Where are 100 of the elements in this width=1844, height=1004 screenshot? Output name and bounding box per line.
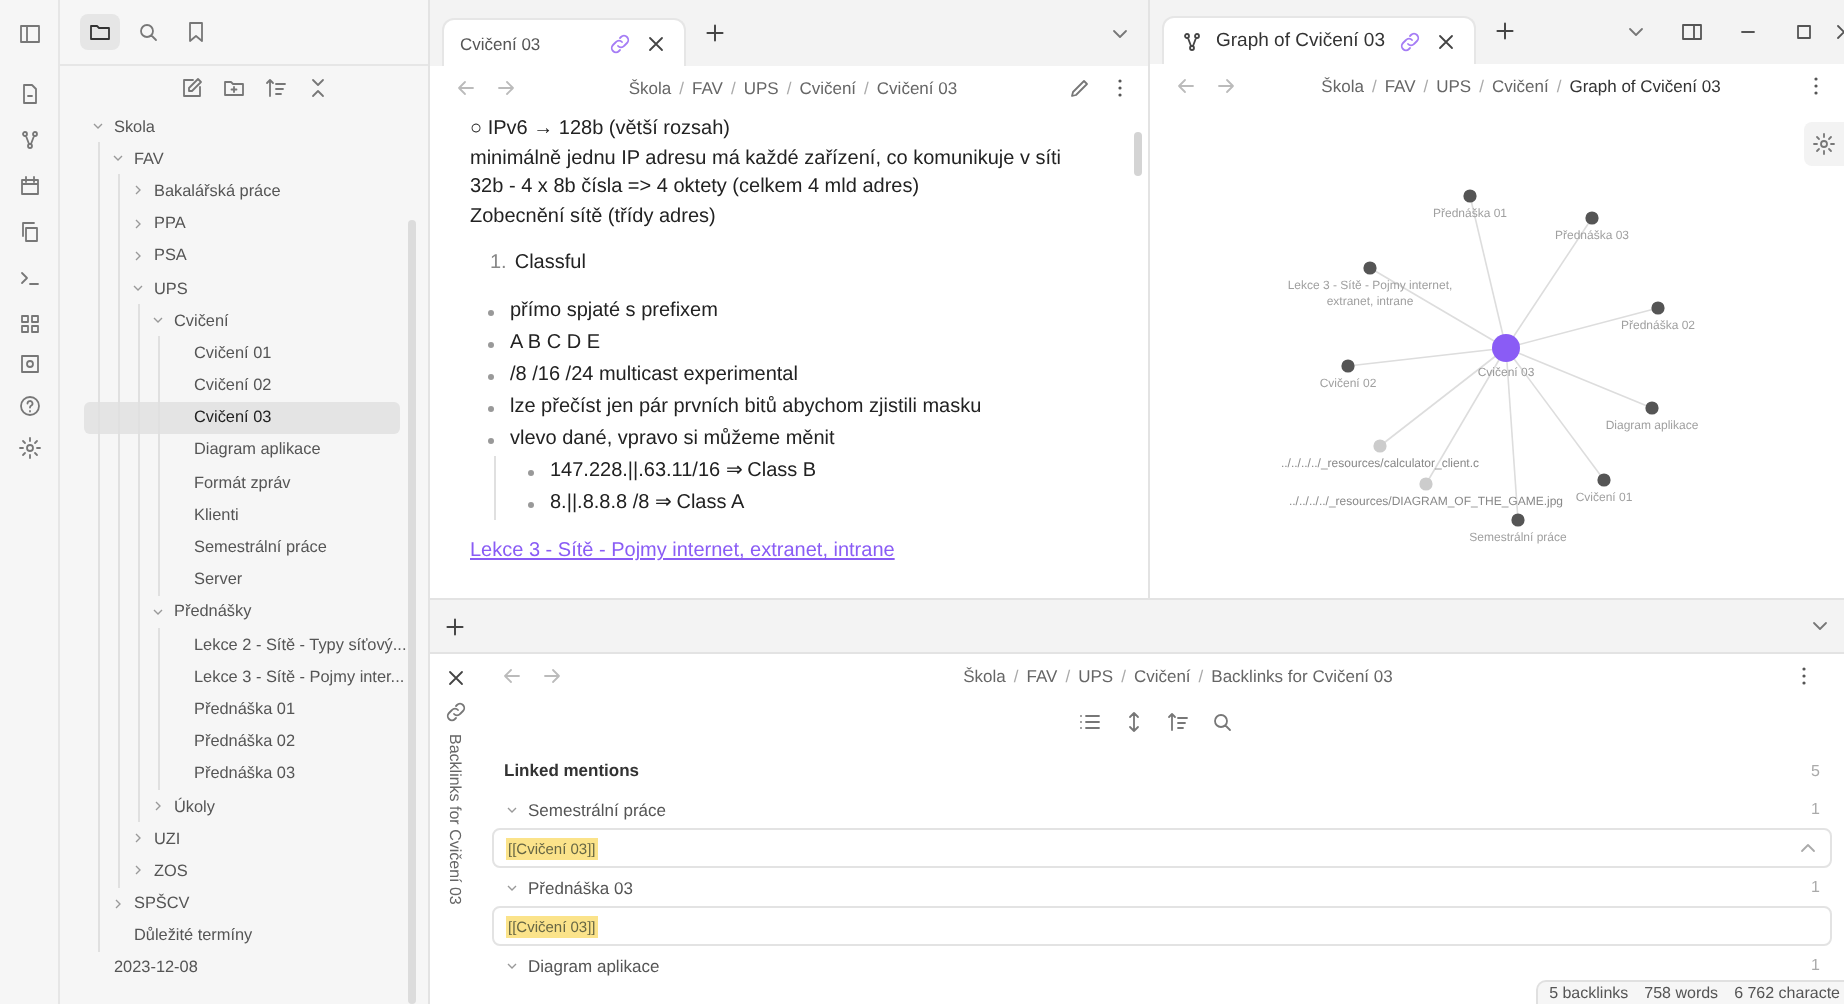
- breadcrumb-item[interactable]: UPS: [743, 78, 779, 98]
- internal-link[interactable]: Lekce 3 - Sítě - Pojmy internet, extranet, intrane: [470, 540, 895, 562]
- new-tab-icon[interactable]: [702, 20, 728, 46]
- search-icon[interactable]: [1210, 710, 1234, 734]
- help-icon[interactable]: [17, 394, 41, 418]
- split-view-icon[interactable]: [1680, 20, 1704, 45]
- file-item[interactable]: Diagram aplikace: [84, 433, 400, 467]
- file-item[interactable]: 2023-12-08: [84, 951, 400, 985]
- settings-icon: [1812, 132, 1836, 156]
- calendar-icon[interactable]: [17, 174, 41, 198]
- folder-item[interactable]: UZI: [84, 822, 400, 855]
- new-tab-icon[interactable]: [1491, 18, 1517, 45]
- file-item[interactable]: Server: [84, 563, 400, 596]
- list-number: 1.: [490, 250, 507, 278]
- breadcrumb-item[interactable]: Cvičení 03: [876, 78, 958, 98]
- backlink-group[interactable]: Semestrální práce 1: [480, 790, 1832, 828]
- breadcrumb-item[interactable]: UPS: [1436, 76, 1472, 97]
- sort-icon[interactable]: [263, 76, 287, 100]
- file-item[interactable]: Přednáška 01: [84, 692, 400, 726]
- folder-item[interactable]: SPŠCV: [84, 887, 400, 920]
- breadcrumb-item[interactable]: FAV: [692, 78, 723, 98]
- new-note-icon[interactable]: [179, 76, 203, 100]
- settings-button[interactable]: [1804, 122, 1844, 166]
- folder-item[interactable]: Cvičení: [84, 304, 400, 337]
- group-title: Diagram aplikace: [528, 955, 662, 975]
- graph-node[interactable]: [1597, 473, 1611, 487]
- sidebar-toggle-icon[interactable]: [17, 21, 41, 45]
- edit-icon[interactable]: [1068, 76, 1092, 100]
- breadcrumb-separator: /: [730, 78, 736, 98]
- grid-icon[interactable]: [17, 312, 41, 336]
- breadcrumb-item[interactable]: FAV: [1026, 666, 1058, 686]
- graph-node[interactable]: [1341, 359, 1355, 373]
- breadcrumb-separator: /: [1556, 76, 1562, 97]
- file-item[interactable]: Přednáška 03: [84, 757, 400, 790]
- breadcrumb-item[interactable]: UPS: [1078, 666, 1114, 686]
- breadcrumb-item[interactable]: Backlinks for Cvičení 03: [1211, 666, 1393, 686]
- folder-item[interactable]: UPS: [84, 271, 400, 305]
- breadcrumb-item[interactable]: Škola: [1321, 76, 1364, 97]
- status-item: 5 backlinks: [1549, 984, 1629, 1002]
- new-tab-icon[interactable]: [442, 613, 468, 639]
- file-item[interactable]: Důležité termíny: [84, 919, 400, 952]
- folder-item[interactable]: Úkoly: [84, 789, 400, 823]
- vault-icon[interactable]: [17, 352, 41, 376]
- folder-item[interactable]: PSA: [84, 239, 400, 272]
- breadcrumb-item[interactable]: Cvičení: [1491, 76, 1549, 97]
- folder-item[interactable]: ZOS: [84, 854, 400, 887]
- breadcrumb-item[interactable]: Škola: [963, 666, 1006, 686]
- close-icon[interactable]: [443, 666, 467, 690]
- list-item: lze přečíst jen pár prvních bitů abychom zjistili masku: [510, 394, 982, 422]
- status-item: 6 762 characte: [1734, 984, 1840, 1002]
- settings-icon[interactable]: [17, 436, 41, 460]
- folder-item[interactable]: PPA: [84, 207, 400, 240]
- file-item[interactable]: Klienti: [84, 498, 400, 531]
- file-item[interactable]: Lekce 2 - Sítě - Typy síťový...: [84, 628, 400, 661]
- backlink-group[interactable]: Přednáška 03 1: [480, 868, 1832, 906]
- scrollbar[interactable]: [1134, 132, 1142, 176]
- file-item[interactable]: Cvičení 01: [84, 336, 400, 369]
- graph-node[interactable]: [1419, 477, 1433, 491]
- close-icon[interactable]: [644, 31, 668, 55]
- bookmark-icon: [184, 20, 208, 44]
- graph-node[interactable]: [1511, 513, 1525, 527]
- file-item[interactable]: Formát zpráv: [84, 466, 400, 499]
- graph-tab[interactable]: Graph of Cvičení 03: [1162, 16, 1475, 65]
- graph-node[interactable]: [1373, 439, 1387, 453]
- new-folder-icon[interactable]: [221, 76, 245, 100]
- file-item[interactable]: Cvičení 03: [84, 401, 400, 434]
- graph-node[interactable]: [1492, 334, 1520, 362]
- status-item: 758 words: [1644, 984, 1719, 1002]
- copy-icon[interactable]: [17, 220, 41, 244]
- list-icon[interactable]: [1078, 710, 1102, 734]
- mention-count: 1: [1811, 800, 1822, 818]
- graph-node[interactable]: [1651, 301, 1665, 315]
- maximize-icon[interactable]: [1792, 20, 1816, 45]
- folder-item[interactable]: Přednášky: [84, 595, 400, 628]
- graph-node[interactable]: [1463, 189, 1477, 203]
- bullet-icon: [488, 341, 494, 347]
- file-item[interactable]: Semestrální práce: [84, 530, 400, 564]
- graph-icon[interactable]: [17, 128, 41, 152]
- breadcrumb-item[interactable]: Graph of Cvičení 03: [1569, 76, 1721, 97]
- breadcrumb-item[interactable]: Cvičení: [1133, 666, 1191, 686]
- breadcrumb-item[interactable]: Cvičení: [799, 78, 857, 98]
- note-tab[interactable]: Cvičení 03: [442, 18, 686, 66]
- folder-item[interactable]: Bakalářská práce: [84, 174, 400, 208]
- panel-title[interactable]: Backlinks for Cvičení 03: [446, 734, 464, 905]
- files-tab[interactable]: [80, 14, 120, 50]
- breadcrumb-item[interactable]: FAV: [1384, 76, 1416, 97]
- terminal-icon[interactable]: [17, 266, 41, 290]
- folder-item[interactable]: Skola: [84, 110, 400, 143]
- file-item[interactable]: Lekce 3 - Sítě - Pojmy inter...: [84, 660, 400, 693]
- graph-node[interactable]: [1585, 211, 1599, 225]
- backlink-group[interactable]: Diagram aplikace 1: [480, 946, 1832, 984]
- graph-node[interactable]: [1363, 261, 1377, 275]
- graph-node[interactable]: [1645, 401, 1659, 415]
- breadcrumb-item[interactable]: Škola: [628, 78, 672, 98]
- folder-item[interactable]: FAV: [84, 142, 400, 175]
- close-icon[interactable]: [1433, 29, 1457, 54]
- file-icon[interactable]: [17, 82, 41, 106]
- file-item[interactable]: Cvičení 02: [84, 369, 400, 402]
- sort-icon[interactable]: [1166, 710, 1190, 734]
- file-item[interactable]: Přednáška 02: [84, 725, 400, 758]
